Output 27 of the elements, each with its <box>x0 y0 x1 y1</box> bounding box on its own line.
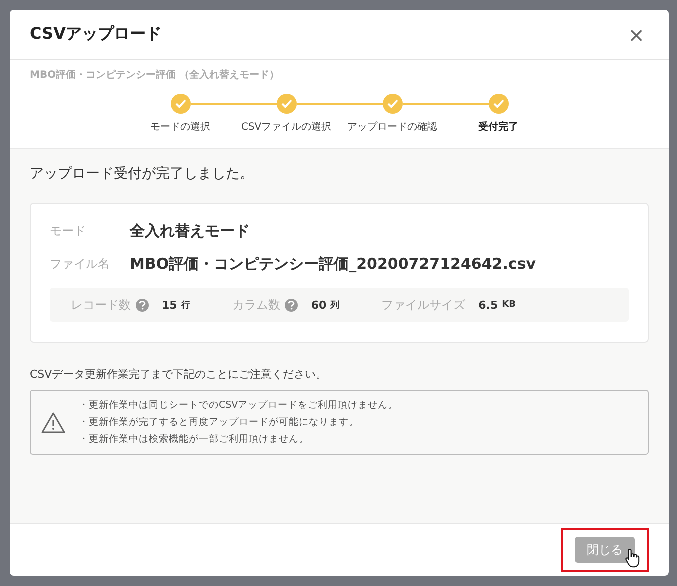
hand-cursor-icon <box>625 548 641 568</box>
stat-value: 6.5 <box>478 298 498 312</box>
completion-message: アップロード受付が完了しました。 <box>30 165 255 183</box>
field-value: 全入れ替えモード <box>130 222 250 241</box>
stat-unit: 行 <box>181 300 190 312</box>
stat-unit: 列 <box>330 300 340 312</box>
stat-label: カラム数 <box>232 296 280 314</box>
step-label: モードの選択 <box>150 121 210 134</box>
notice-text: CSVデータ更新作業完了まで下記のことにご注意ください。 <box>30 367 328 382</box>
warning-item: ・更新作業中は検索機能が一部ご利用頂けません。 <box>79 433 310 447</box>
dialog-title: CSVアップロード <box>30 24 162 45</box>
field-label: ファイル名 <box>50 256 111 273</box>
stat-label: レコード数 <box>71 296 131 314</box>
step-label: アップロードの確認 <box>348 120 438 134</box>
dialog-subtitle: MBO評価・コンピテンシー評価 （全入れ替えモード） <box>30 68 281 82</box>
field-value: MBO評価・コンピテンシー評価_20200727124642.csv <box>130 255 536 274</box>
warning-item: ・更新作業中は同じシートでのCSVアップロードをご利用頂けません。 <box>79 399 398 413</box>
stat-value: 60 <box>311 298 327 312</box>
stat-value: 15 <box>162 298 178 312</box>
step-label: CSVファイルの選択 <box>241 121 332 134</box>
stat-unit: KB <box>502 300 516 310</box>
stat-label: ファイルサイズ <box>382 296 466 314</box>
step-label: 受付完了 <box>478 120 518 134</box>
field-label: モード <box>50 223 87 240</box>
warning-icon <box>41 412 66 434</box>
warning-item: ・更新作業が完了すると再度アップロードが可能になります。 <box>79 416 360 430</box>
close-button[interactable]: × <box>624 22 649 46</box>
